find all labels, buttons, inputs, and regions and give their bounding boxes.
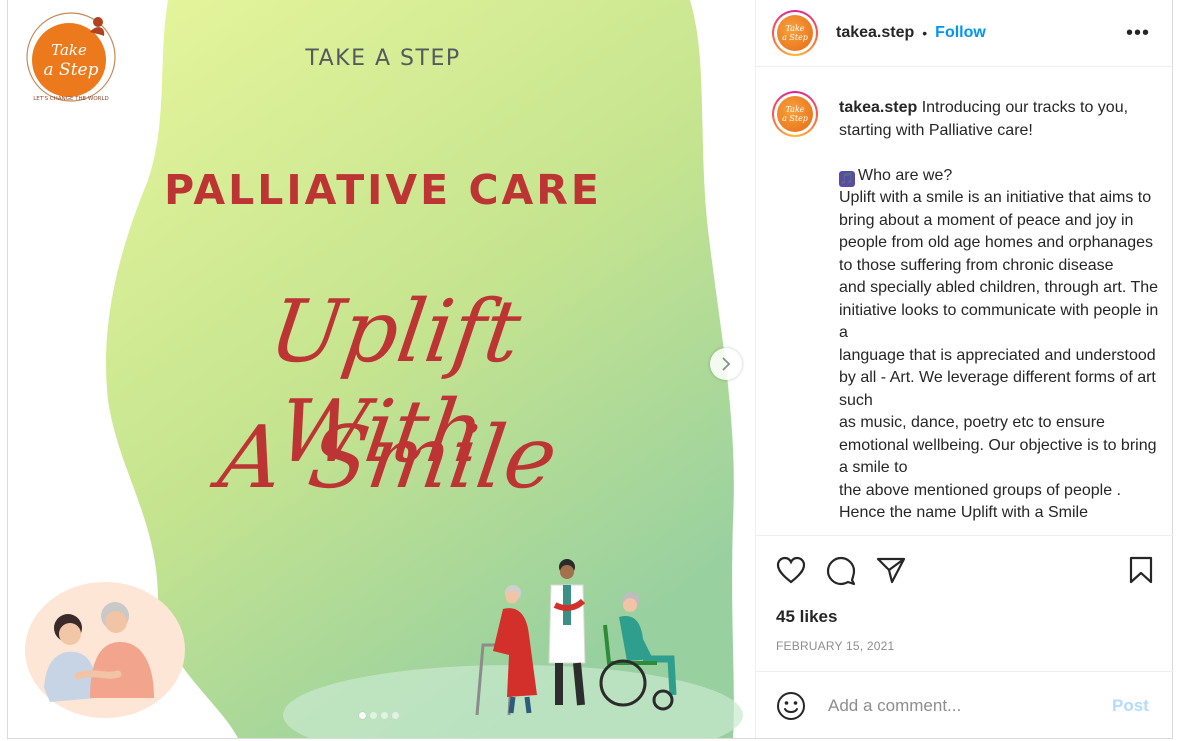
post-header: Take a Step takea.step • Follow ••• (756, 0, 1172, 67)
caption-line: and specially abled children, through ar… (839, 279, 1159, 341)
caption-text: takea.step Introducing our tracks to you… (839, 97, 1159, 525)
carousel-dot-active (359, 712, 366, 719)
follow-button[interactable]: Follow (935, 24, 986, 42)
post-sidebar: Take a Step takea.step • Follow ••• Take a… (755, 0, 1174, 739)
avatar: Take a Step (777, 15, 813, 51)
chevron-right-icon (722, 357, 731, 371)
next-slide-button[interactable] (710, 348, 742, 380)
slide-title: PALLIATIVE CARE (164, 166, 602, 214)
post-media[interactable]: Take a Step LET'S CHANGE THE WORLD TAKE … (8, 0, 755, 738)
svg-text:LET'S CHANGE THE WORLD: LET'S CHANGE THE WORLD (33, 96, 109, 102)
emoji-icon[interactable] (776, 691, 806, 721)
carousel-dot (370, 712, 377, 719)
caption-heading: Who are we? (858, 166, 953, 184)
comment-input[interactable] (826, 694, 1100, 717)
separator-dot: • (922, 25, 928, 41)
carousel-indicator (359, 712, 399, 719)
header-username[interactable]: takea.step (836, 24, 914, 42)
caption-line: Uplift with a smile is an initiative tha… (839, 189, 1153, 274)
svg-text:Take: Take (51, 41, 87, 59)
profile-avatar[interactable]: Take a Step (772, 10, 818, 56)
caption-line: as music, dance, poetry etc to ensure em… (839, 414, 1157, 476)
caption-username[interactable]: takea.step (839, 99, 917, 116)
share-icon[interactable] (876, 556, 906, 584)
action-bar (756, 536, 1174, 606)
comment-bar: Post (756, 671, 1174, 739)
avatar: Take a Step (777, 96, 813, 132)
music-note-icon: 🎵 (839, 170, 855, 187)
caption-line: Hence the name Uplift with a Smile (839, 504, 1088, 521)
likes-count[interactable]: 45 likes (776, 607, 837, 627)
caption-avatar[interactable]: Take a Step (772, 91, 818, 137)
more-options-icon[interactable]: ••• (1126, 22, 1150, 45)
elderly-care-illustration (475, 559, 677, 716)
slide-subtitle: TAKE A STEP (305, 46, 461, 71)
carousel-dot (381, 712, 388, 719)
comment-icon[interactable] (826, 556, 856, 586)
svg-text:a Step: a Step (44, 60, 99, 80)
caption-line: the above mentioned groups of people . (839, 481, 1121, 499)
carousel-dot (392, 712, 399, 719)
post: Take a Step LET'S CHANGE THE WORLD TAKE … (7, 0, 1174, 739)
caregiver-illustration (25, 582, 185, 718)
post-date[interactable]: FEBRUARY 15, 2021 (776, 639, 894, 653)
slide-script-line-2: A Smile (213, 408, 563, 508)
take-a-step-logo: Take a Step LET'S CHANGE THE WORLD (26, 12, 116, 102)
caption-line: language that is appreciated and underst… (839, 346, 1156, 409)
post-comment-button[interactable]: Post (1112, 696, 1149, 716)
heart-icon[interactable] (776, 556, 806, 584)
bookmark-icon[interactable] (1129, 556, 1153, 584)
caption-area[interactable]: Take a Step takea.step Introducing our tr… (756, 67, 1174, 536)
